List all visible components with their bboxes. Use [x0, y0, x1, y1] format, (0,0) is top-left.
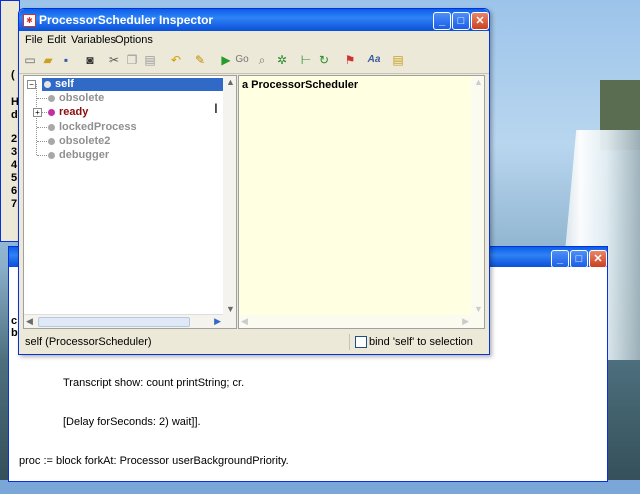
- tree-node-obsolete[interactable]: obsolete: [48, 92, 104, 105]
- tree-node-ready[interactable]: ready: [48, 106, 88, 119]
- scroll-left-icon[interactable]: ◀: [241, 316, 248, 327]
- variables-tree[interactable]: − self obsolete + ready lockedProcess ob…: [23, 75, 237, 329]
- bug-icon[interactable]: ✲: [275, 53, 289, 67]
- menu-variables[interactable]: Variables: [71, 34, 116, 46]
- scroll-right-icon[interactable]: ▶: [462, 316, 469, 327]
- variable-icon: [48, 94, 55, 102]
- scroll-thumb[interactable]: [38, 317, 190, 327]
- side-char: b: [11, 327, 18, 339]
- tree-line: [37, 98, 47, 99]
- code-line: [Delay forSeconds: 2) wait]].: [63, 416, 201, 428]
- tree-node-obsolete2[interactable]: obsolete2: [48, 135, 110, 148]
- save-icon[interactable]: ▪: [59, 53, 73, 67]
- run-icon[interactable]: ▶: [219, 53, 233, 67]
- text-cursor-icon: I: [214, 100, 218, 116]
- tree-horizontal-scrollbar[interactable]: ◀ ▶: [24, 314, 223, 328]
- pencil-icon[interactable]: ✎: [193, 53, 207, 67]
- refresh-icon[interactable]: ↻: [317, 53, 331, 67]
- bind-self-checkbox[interactable]: [355, 336, 367, 348]
- scroll-up-icon[interactable]: ▲: [226, 77, 235, 87]
- tree-node-lockedProcess[interactable]: lockedProcess: [48, 121, 137, 134]
- side-char: 5: [11, 172, 18, 184]
- tree-line: [36, 84, 37, 155]
- scroll-left-icon[interactable]: ◀: [26, 316, 33, 327]
- status-text: self (ProcessorScheduler): [25, 336, 152, 348]
- expand-icon[interactable]: +: [33, 108, 42, 117]
- close-icon[interactable]: ✕: [471, 12, 489, 30]
- status-bar: self (ProcessorScheduler) bind 'self' to…: [21, 333, 485, 351]
- side-char: (: [11, 69, 15, 81]
- open-icon[interactable]: ▰: [41, 53, 55, 67]
- scroll-up-icon[interactable]: ▲: [474, 77, 483, 87]
- paste-icon[interactable]: ▤: [143, 53, 157, 67]
- scroll-down-icon[interactable]: ▼: [226, 304, 235, 314]
- menu-bar: File Edit Variables Options: [19, 32, 489, 48]
- inspector-titlebar[interactable]: ✱ ProcessorScheduler Inspector _ □ ✕: [19, 9, 489, 31]
- close-icon[interactable]: ✕: [589, 250, 607, 268]
- workspace-code[interactable]: Transcript show: count printString; cr. …: [19, 351, 599, 494]
- tree-node-self[interactable]: self: [42, 78, 224, 91]
- toolbar: ▭ ▰ ▪ ◙ ✂ ❐ ▤ ↶ ✎ ▶ Go ⌕ ✲ ⊢ ↻ ⚑ Aa ▤: [19, 49, 489, 74]
- minimize-icon[interactable]: _: [433, 12, 451, 30]
- copy-icon[interactable]: ❐: [125, 53, 139, 67]
- code-line: Transcript show: count printString; cr.: [63, 377, 245, 389]
- variable-icon: [48, 123, 55, 131]
- tree-icon[interactable]: ⊢: [299, 53, 313, 67]
- side-char: d: [11, 109, 18, 121]
- tree-line: [37, 127, 47, 128]
- bind-self-label[interactable]: bind 'self' to selection: [369, 336, 473, 348]
- menu-file[interactable]: File: [25, 34, 43, 46]
- side-char: 4: [11, 159, 18, 171]
- side-char: c: [11, 315, 18, 327]
- menu-edit[interactable]: Edit: [47, 34, 66, 46]
- value-vertical-scrollbar[interactable]: ▲ ▼: [471, 76, 484, 328]
- collapse-icon[interactable]: −: [27, 80, 36, 89]
- status-separator: [349, 334, 350, 350]
- side-char: 3: [11, 146, 18, 158]
- variable-icon: [44, 80, 51, 88]
- side-char: 6: [11, 185, 18, 197]
- variable-icon: [48, 137, 55, 145]
- search-icon[interactable]: ⌕: [255, 53, 269, 67]
- side-char: 2: [11, 133, 18, 145]
- tree-line: [37, 155, 47, 156]
- flag-icon[interactable]: ⚑: [343, 53, 357, 67]
- tree-vertical-scrollbar[interactable]: ▲ ▼: [223, 76, 236, 328]
- note-icon[interactable]: ▤: [391, 53, 405, 67]
- value-horizontal-scrollbar[interactable]: ◀ ▶: [239, 315, 471, 328]
- code-line: proc := block forkAt: Processor userBack…: [19, 455, 289, 467]
- inspector-window[interactable]: ✱ ProcessorScheduler Inspector _ □ ✕ Fil…: [18, 8, 490, 355]
- font-icon[interactable]: Aa: [367, 53, 381, 67]
- tree-node-debugger[interactable]: debugger: [48, 149, 109, 162]
- value-text: a ProcessorScheduler: [242, 79, 359, 91]
- cut-icon[interactable]: ✂: [107, 53, 121, 67]
- menu-options[interactable]: Options: [115, 34, 153, 46]
- minimize-icon[interactable]: _: [551, 250, 569, 268]
- maximize-icon[interactable]: □: [570, 250, 588, 268]
- camera-icon[interactable]: ◙: [83, 53, 97, 67]
- window-title: ProcessorScheduler Inspector: [39, 13, 214, 27]
- tree-line: [37, 141, 47, 142]
- scroll-right-icon[interactable]: ▶: [214, 316, 221, 327]
- variable-icon: [48, 151, 55, 159]
- background-window-left[interactable]: ( H d 2 3 4 5 6 7: [0, 0, 20, 242]
- maximize-icon[interactable]: □: [452, 12, 470, 30]
- side-char: 7: [11, 198, 18, 210]
- app-icon: ✱: [23, 14, 36, 27]
- scroll-down-icon[interactable]: ▼: [474, 304, 483, 314]
- variable-icon: [48, 108, 55, 116]
- goto-icon[interactable]: Go: [235, 53, 249, 67]
- value-pane[interactable]: a ProcessorScheduler ▲ ▼ ◀ ▶: [238, 75, 485, 329]
- undo-icon[interactable]: ↶: [169, 53, 183, 67]
- new-icon[interactable]: ▭: [23, 53, 37, 67]
